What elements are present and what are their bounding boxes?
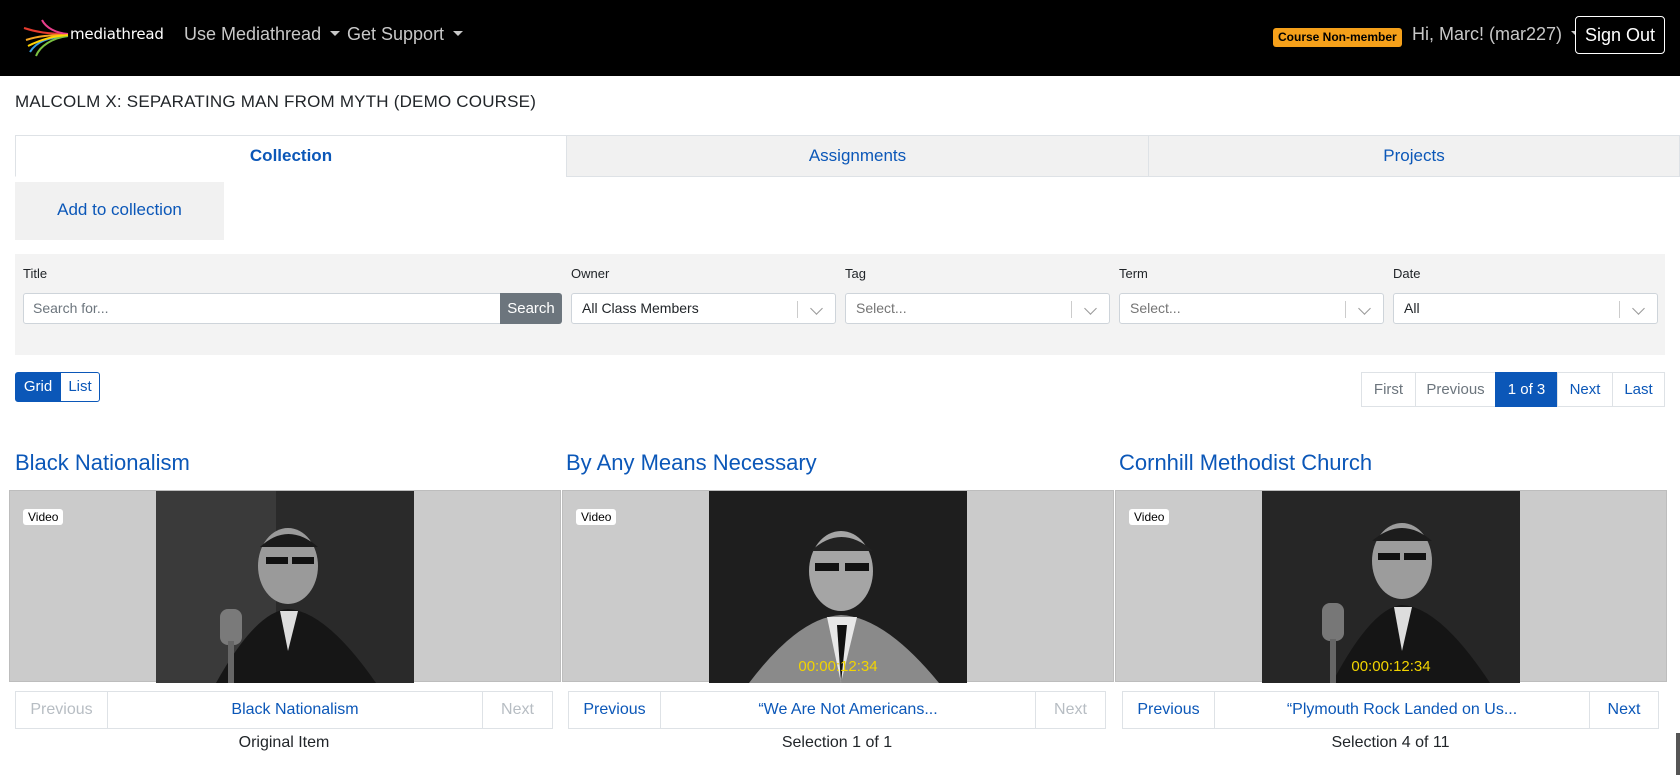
video-badge: Video <box>23 509 64 525</box>
portrait-image <box>709 491 967 683</box>
timecode-overlay: 00:00:12:34 <box>1351 658 1431 675</box>
video-thumbnail[interactable] <box>709 491 967 683</box>
add-to-collection-button[interactable]: Add to collection <box>15 182 224 240</box>
selection-nav: Previous “Plymouth Rock Landed on Us... … <box>1122 691 1659 729</box>
tab-projects[interactable]: Projects <box>1148 135 1680 177</box>
card-title[interactable]: By Any Means Necessary <box>566 450 817 476</box>
use-mediathread-menu[interactable]: Use Mediathread <box>184 24 341 45</box>
previous-selection-button[interactable]: Previous <box>15 691 108 729</box>
title-search-input[interactable]: Search for... <box>23 293 501 324</box>
selection-nav: Previous “We Are Not Americans... Next <box>568 691 1106 729</box>
filter-bar: Title Search for... Search Owner All Cla… <box>15 254 1665 355</box>
select-divider <box>797 301 798 318</box>
date-select[interactable]: All <box>1393 293 1658 324</box>
get-support-label: Get Support <box>347 24 445 44</box>
owner-select-value: All Class Members <box>582 300 699 316</box>
caret-down-icon <box>453 31 464 37</box>
date-select-value: All <box>1404 300 1420 316</box>
date-filter-label: Date <box>1393 266 1421 281</box>
video-thumbnail[interactable] <box>1262 491 1520 683</box>
term-select-placeholder: Select... <box>1130 300 1181 316</box>
brand-name[interactable]: mediathread <box>70 25 164 43</box>
search-button[interactable]: Search <box>500 293 562 324</box>
card-title[interactable]: Black Nationalism <box>15 450 190 476</box>
tab-assignments[interactable]: Assignments <box>566 135 1149 177</box>
top-navbar: mediathread Use Mediathread Get Support … <box>0 0 1680 76</box>
tag-select[interactable]: Select... <box>845 293 1110 324</box>
list-view-button[interactable]: List <box>60 372 100 402</box>
grid-view-button[interactable]: Grid <box>15 372 61 402</box>
selection-nav: Previous Black Nationalism Next <box>15 691 553 729</box>
next-selection-button[interactable]: Next <box>1035 691 1106 729</box>
media-frame: Video <box>9 490 561 683</box>
tag-filter-label: Tag <box>845 266 866 281</box>
media-frame: Video 00:00:12:34 <box>562 490 1114 683</box>
select-divider <box>1345 301 1346 318</box>
use-mediathread-label: Use Mediathread <box>184 24 322 44</box>
sign-out-button[interactable]: Sign Out <box>1575 16 1665 54</box>
chevron-down-icon <box>1084 302 1097 315</box>
media-frame: Video 00:00:12:34 <box>1115 490 1667 683</box>
chevron-down-icon <box>810 302 823 315</box>
owner-select[interactable]: All Class Members <box>571 293 836 324</box>
chevron-down-icon <box>1358 302 1371 315</box>
get-support-menu[interactable]: Get Support <box>347 24 464 45</box>
video-badge: Video <box>576 509 617 525</box>
portrait-image <box>1262 491 1520 683</box>
select-divider <box>1071 301 1072 318</box>
main-tabs: Collection Assignments Projects <box>15 135 1680 177</box>
page-indicator: 1 of 3 <box>1495 372 1558 407</box>
selection-caption: Selection 1 of 1 <box>781 734 893 751</box>
term-select[interactable]: Select... <box>1119 293 1384 324</box>
tab-collection[interactable]: Collection <box>15 135 567 177</box>
page-previous-button[interactable]: Previous <box>1415 372 1496 407</box>
card-title[interactable]: Cornhill Methodist Church <box>1119 450 1372 476</box>
page-first-button[interactable]: First <box>1361 372 1416 407</box>
user-menu[interactable]: Hi, Marc! (mar227) <box>1412 24 1582 45</box>
course-nonmember-badge: Course Non-member <box>1273 28 1402 47</box>
title-filter-label: Title <box>23 266 48 281</box>
portrait-image <box>156 491 414 683</box>
timecode-overlay: 00:00:12:34 <box>798 658 878 675</box>
previous-selection-button[interactable]: Previous <box>1122 691 1215 729</box>
selection-label-button[interactable]: “We Are Not Americans... <box>660 691 1036 729</box>
page-last-button[interactable]: Last <box>1612 372 1665 407</box>
course-title: MALCOLM X: SEPARATING MAN FROM MYTH (DEM… <box>15 92 537 111</box>
term-filter-label: Term <box>1119 266 1148 281</box>
select-divider <box>1619 301 1620 318</box>
previous-selection-button[interactable]: Previous <box>568 691 661 729</box>
caret-down-icon <box>330 31 341 37</box>
mediathread-logo-icon[interactable] <box>22 18 70 58</box>
page-next-button[interactable]: Next <box>1557 372 1613 407</box>
chevron-down-icon <box>1632 302 1645 315</box>
selection-label-button[interactable]: “Plymouth Rock Landed on Us... <box>1214 691 1590 729</box>
next-selection-button[interactable]: Next <box>1589 691 1659 729</box>
selection-label-button[interactable]: Black Nationalism <box>107 691 483 729</box>
tag-select-placeholder: Select... <box>856 300 907 316</box>
owner-filter-label: Owner <box>571 266 610 281</box>
selection-caption: Original Item <box>238 734 330 751</box>
scrollbar-thumb[interactable] <box>1676 733 1680 775</box>
user-greeting: Hi, Marc! (mar227) <box>1412 24 1563 44</box>
next-selection-button[interactable]: Next <box>482 691 553 729</box>
video-thumbnail[interactable] <box>156 491 414 683</box>
video-badge: Video <box>1129 509 1170 525</box>
selection-caption: Selection 4 of 11 <box>1331 734 1450 751</box>
